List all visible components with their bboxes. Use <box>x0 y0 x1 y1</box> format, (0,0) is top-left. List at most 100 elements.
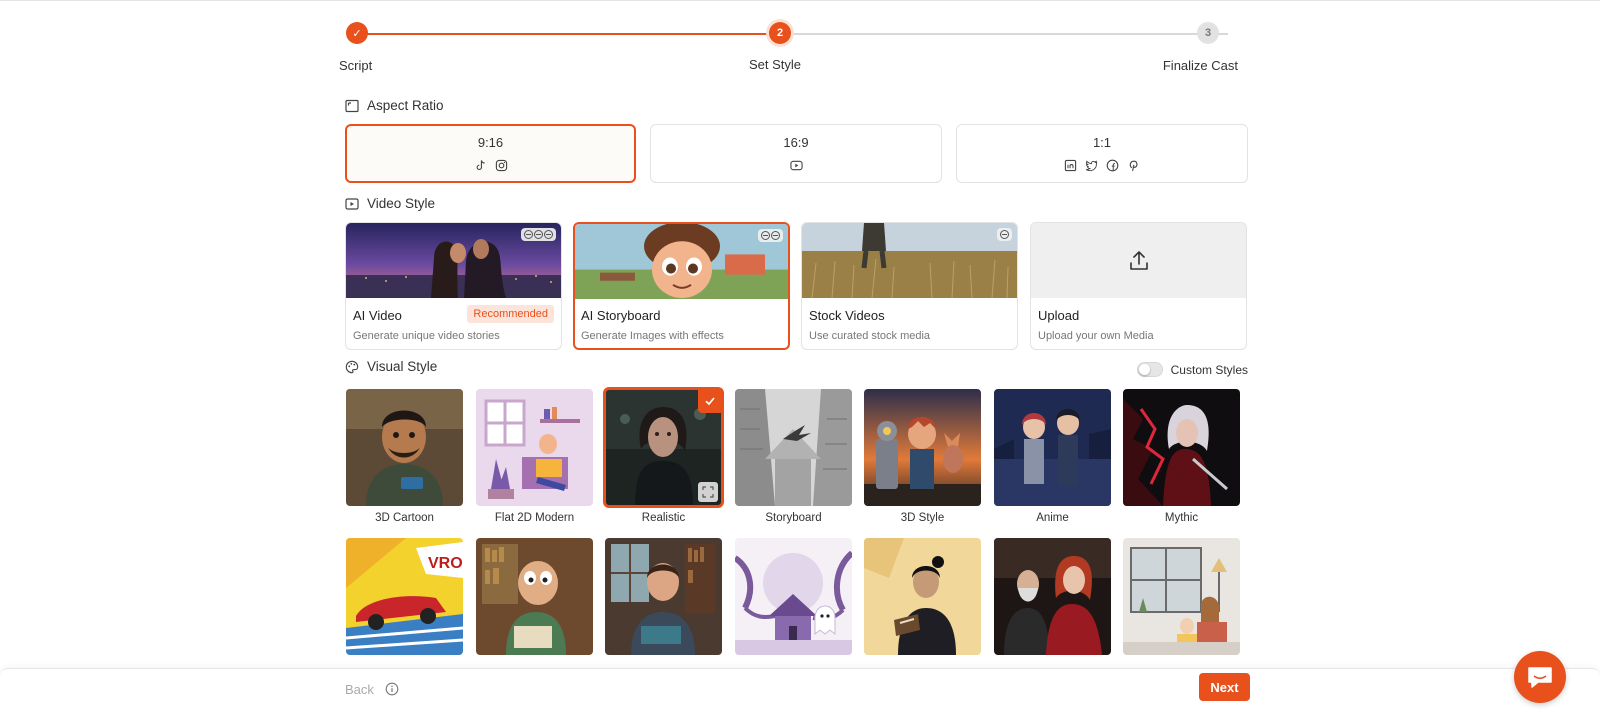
style-label: Mythic <box>1164 512 1199 524</box>
ratio-option-16-9[interactable]: 16:9 <box>650 124 942 183</box>
expand-icon[interactable] <box>698 482 718 502</box>
style-tile-dream-art[interactable] <box>994 538 1111 655</box>
back-button[interactable]: Back <box>345 682 374 697</box>
linkedin-icon <box>1064 159 1077 171</box>
style-tile-3d-cartoon[interactable] <box>346 389 463 506</box>
style-tile-anime[interactable] <box>994 389 1111 506</box>
video-style-description: Use curated stock media <box>809 330 931 342</box>
recommended-badge: Recommended <box>467 305 554 323</box>
video-style-title: Stock Videos <box>809 308 885 323</box>
credit-cost-badge <box>521 228 556 241</box>
video-style-upload[interactable]: Upload Upload your own Media <box>1030 222 1247 350</box>
credit-cost-badge <box>758 229 783 242</box>
next-button[interactable]: Next <box>1199 673 1250 701</box>
credit-icon <box>524 230 533 239</box>
modern-cartoon-image <box>605 538 722 655</box>
style-tile-modern-cartoon[interactable] <box>605 538 722 655</box>
stepper-line-pending <box>780 33 1228 35</box>
custom-styles-label: Custom Styles <box>1170 362 1248 377</box>
wizard-footer: Back Next <box>0 668 1600 712</box>
style-tile-watercolor-ink[interactable] <box>1123 538 1240 655</box>
3d-cartoon-image <box>346 389 463 506</box>
facebook-icon <box>1106 159 1119 171</box>
pinterest-icon <box>1129 160 1138 171</box>
style-tile-storyboard[interactable] <box>735 389 852 506</box>
style-label: 3D Style <box>900 512 945 524</box>
custom-styles-toggle[interactable] <box>1136 362 1163 377</box>
selected-check-icon <box>698 389 722 413</box>
style-label: Realistic <box>641 512 686 524</box>
style-tile-brush[interactable] <box>864 538 981 655</box>
credit-cost-badge <box>997 228 1012 241</box>
twitter-icon <box>1085 159 1098 171</box>
palette-icon <box>345 360 359 374</box>
anime-image <box>994 389 1111 506</box>
style-label: Anime <box>1036 512 1069 524</box>
mythic-image <box>1123 389 1240 506</box>
visual-style-title: Visual Style <box>367 359 438 374</box>
credit-icon <box>534 230 543 239</box>
aspect-ratio-heading: Aspect Ratio <box>345 98 444 113</box>
video-style-heading: Video Style <box>345 196 435 211</box>
stepper-line-complete <box>357 33 780 35</box>
watercolor-ink-image <box>1123 538 1240 655</box>
style-tile-flat-2d-modern[interactable] <box>476 389 593 506</box>
ratio-label: 9:16 <box>477 135 504 150</box>
ratio-option-9-16[interactable]: 9:16 <box>345 124 636 183</box>
style-label: Flat 2D Modern <box>494 512 575 524</box>
credit-icon <box>1000 230 1009 239</box>
style-tile-3d-style[interactable] <box>864 389 981 506</box>
style-tile-realistic[interactable] <box>603 387 724 508</box>
toggle-knob <box>1138 364 1150 375</box>
spooky-cute-image <box>735 538 852 655</box>
tiktok-icon <box>476 159 485 170</box>
chat-support-button[interactable] <box>1514 651 1566 703</box>
info-icon[interactable] <box>385 682 399 696</box>
style-tile-mythic[interactable] <box>1123 389 1240 506</box>
svg-text:VRO: VRO <box>428 555 463 572</box>
clay-image <box>476 538 593 655</box>
step-2-marker[interactable]: 2 <box>769 22 791 44</box>
top-divider <box>0 0 1600 1</box>
upload-thumbnail <box>1031 223 1246 298</box>
video-style-title: AI Video <box>353 308 402 323</box>
style-tile-spooky-cute[interactable] <box>735 538 852 655</box>
step-3-label: Finalize Cast <box>1162 58 1238 73</box>
ratio-label: 1:1 <box>1092 135 1112 150</box>
progress-stepper: ✓ 2 3 Script Set Style Finalize Cast <box>339 22 1238 73</box>
brush-image <box>864 538 981 655</box>
credit-icon <box>544 230 553 239</box>
step-2-label[interactable]: Set Style <box>749 57 801 72</box>
dream-art-image <box>994 538 1111 655</box>
american-comics-image: VRO <box>346 538 463 655</box>
3d-style-image <box>864 389 981 506</box>
ratio-option-1-1[interactable]: 1:1 <box>956 124 1248 183</box>
instagram-icon <box>495 159 507 171</box>
style-label: 3D Cartoon <box>375 512 434 524</box>
video-style-ai-video[interactable]: AI Video Recommended Generate unique vid… <box>345 222 562 350</box>
style-tile-clay[interactable] <box>476 538 593 655</box>
visual-style-heading: Visual Style <box>345 359 437 374</box>
video-style-title: AI Storyboard <box>581 308 661 323</box>
ratio-label: 16:9 <box>783 135 809 150</box>
video-style-icon <box>345 197 359 211</box>
video-style-description: Generate Images with effects <box>581 330 724 342</box>
credit-icon <box>771 231 780 240</box>
step-3-marker: 3 <box>1197 22 1219 44</box>
aspect-ratio-title: Aspect Ratio <box>367 98 444 113</box>
video-style-stock-videos[interactable]: Stock Videos Use curated stock media <box>801 222 1018 350</box>
style-label: Storyboard <box>765 512 822 524</box>
step-1-check-icon[interactable]: ✓ <box>346 22 368 44</box>
chat-icon <box>1528 667 1552 688</box>
video-style-title: Video Style <box>367 196 436 211</box>
video-style-title: Upload <box>1038 308 1080 323</box>
stock-videos-thumbnail <box>802 223 1017 298</box>
aspect-ratio-icon <box>345 99 359 113</box>
video-style-description: Upload your own Media <box>1038 330 1154 342</box>
video-style-description: Generate unique video stories <box>353 330 500 342</box>
flat-2d-modern-image <box>476 389 593 506</box>
custom-styles-control: Custom Styles <box>1136 362 1248 377</box>
step-1-label[interactable]: Script <box>339 58 372 73</box>
style-tile-american-comics[interactable]: VRO <box>346 538 463 655</box>
video-style-ai-storyboard[interactable]: AI Storyboard Generate Images with effec… <box>573 222 790 350</box>
